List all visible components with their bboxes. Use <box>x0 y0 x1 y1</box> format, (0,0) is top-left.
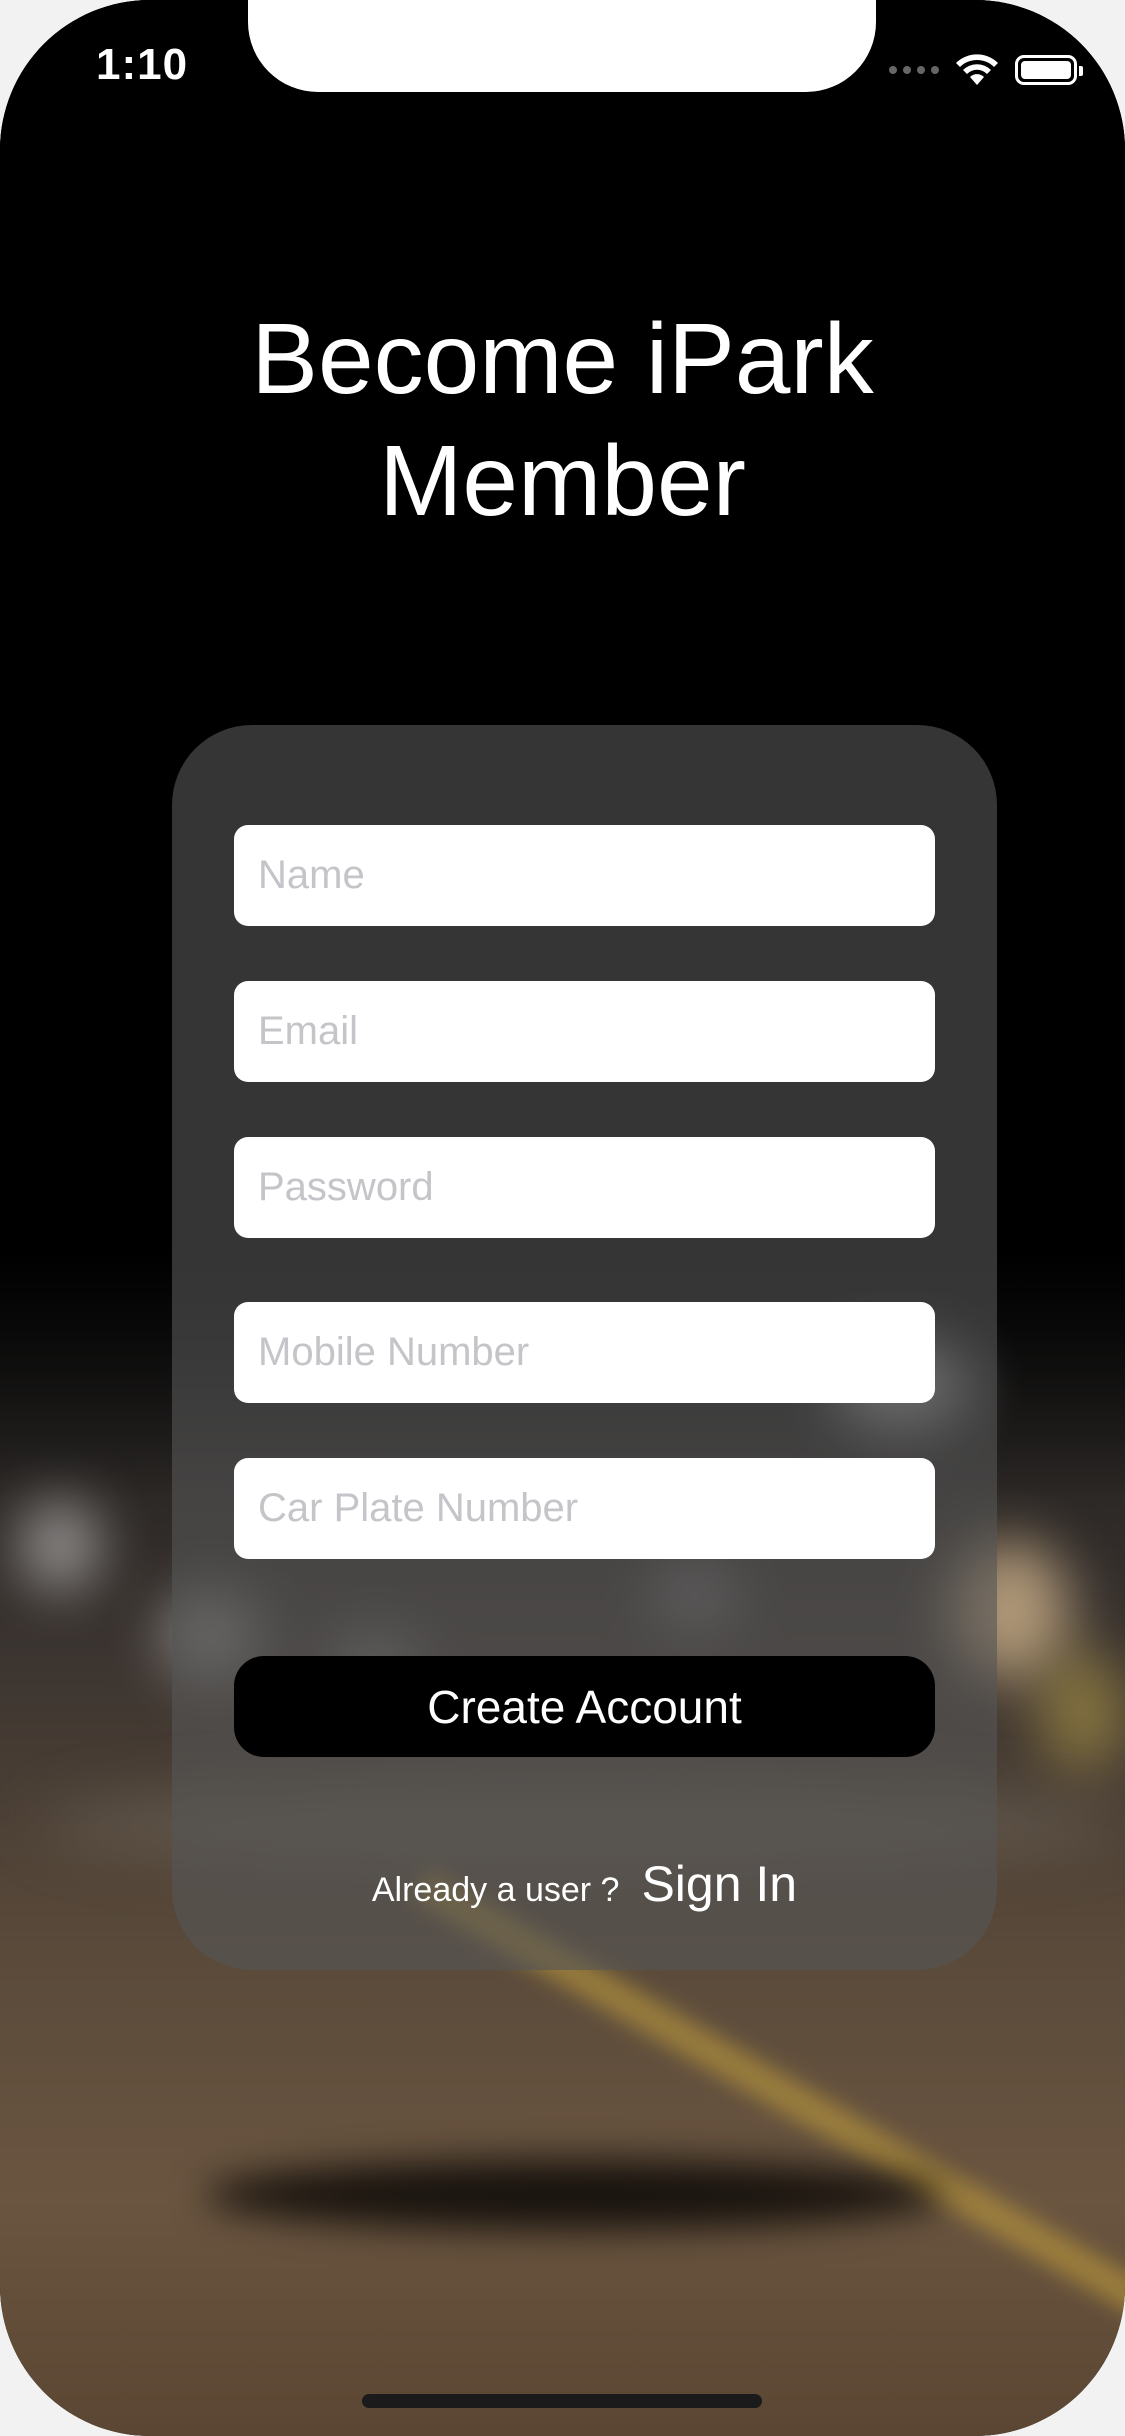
registration-card: Create Account Already a user ? Sign In <box>172 725 997 1970</box>
home-indicator[interactable] <box>362 2394 762 2408</box>
create-account-button[interactable]: Create Account <box>234 1656 935 1757</box>
name-input[interactable] <box>256 852 913 899</box>
page-title: Become iPark Member <box>0 298 1125 542</box>
email-field-container <box>234 981 935 1082</box>
password-input[interactable] <box>256 1164 913 1211</box>
background-light-glow <box>1040 1650 1125 1770</box>
password-field-container <box>234 1137 935 1238</box>
signin-row: Already a user ? Sign In <box>172 1855 997 1913</box>
email-input[interactable] <box>256 1008 913 1055</box>
plate-field-container <box>234 1458 935 1559</box>
battery-icon <box>1015 55 1083 85</box>
status-bar: 1:10 <box>0 0 1125 140</box>
car-plate-input[interactable] <box>256 1485 913 1532</box>
cellular-signal-icon <box>889 66 939 74</box>
phone-screen: 1:10 Become iPark Member Name Email Mobi… <box>0 0 1125 2436</box>
signin-prompt-text: Already a user ? <box>371 1871 620 1909</box>
background-light-glow <box>20 1500 100 1590</box>
device-notch <box>248 0 876 92</box>
name-field-container <box>234 825 935 926</box>
status-icons <box>889 50 1083 90</box>
mobile-number-input[interactable] <box>256 1329 913 1376</box>
mobile-field-container <box>234 1302 935 1403</box>
title-line-1: Become iPark <box>251 303 874 415</box>
title-line-2: Member <box>379 425 746 537</box>
wifi-icon <box>956 54 998 85</box>
card-shadow <box>205 2160 945 2230</box>
sign-in-link[interactable]: Sign In <box>641 1855 797 1913</box>
status-time: 1:10 <box>96 40 189 89</box>
